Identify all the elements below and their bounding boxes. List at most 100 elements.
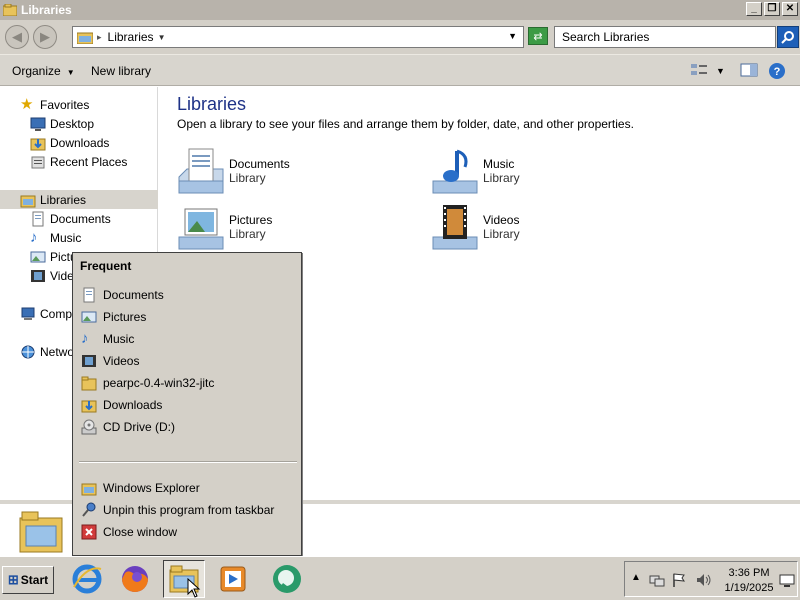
- back-arrow-icon: ◀: [12, 29, 22, 44]
- nav-item-network[interactable]: Netwo: [20, 342, 74, 361]
- forward-button[interactable]: ▶: [33, 25, 57, 49]
- breadcrumb-libraries[interactable]: Libraries: [108, 30, 154, 44]
- taskbar-messenger[interactable]: [266, 560, 308, 598]
- jump-task-label: Windows Explorer: [103, 481, 200, 495]
- jump-item-downloads[interactable]: Downloads: [81, 395, 162, 415]
- jump-item-label: CD Drive (D:): [103, 420, 175, 434]
- nav-label: Music: [50, 230, 82, 245]
- nav-item-documents[interactable]: Documents: [30, 209, 111, 228]
- explorer-icon: [81, 483, 97, 496]
- show-desktop-icon[interactable]: [779, 574, 795, 588]
- help-icon[interactable]: ?: [768, 62, 786, 80]
- music-library-icon: [432, 149, 478, 194]
- library-name: Music: [483, 157, 515, 171]
- change-view-icon[interactable]: [690, 62, 708, 78]
- firefox-icon: [122, 566, 148, 592]
- title-bar: Libraries _ ❐ ✕: [0, 0, 800, 20]
- window-title: Libraries: [21, 3, 72, 17]
- library-pictures[interactable]: Pictures Library: [177, 203, 272, 251]
- view-options-chevron-icon[interactable]: ▼: [716, 66, 725, 76]
- start-button[interactable]: ⊞ Start: [2, 566, 54, 594]
- jump-item-documents[interactable]: Documents: [81, 285, 164, 305]
- library-documents[interactable]: Documents Library: [177, 147, 290, 195]
- pictures-icon: [81, 311, 97, 323]
- chevron-down-icon[interactable]: ▼: [158, 33, 166, 42]
- jump-item-label: pearpc-0.4-win32-jitc: [103, 376, 215, 390]
- library-name: Pictures: [229, 213, 273, 227]
- address-history-dropdown-icon[interactable]: ▼: [508, 31, 517, 41]
- svg-text:?: ?: [774, 66, 781, 78]
- documents-library-icon: [178, 148, 224, 194]
- taskbar-internet-explorer[interactable]: [66, 560, 108, 598]
- taskbar-jump-list: Frequent Documents Pictures ♪ Music Video…: [72, 252, 302, 556]
- jump-item-label: Documents: [103, 288, 164, 302]
- jump-item-pearpc[interactable]: pearpc-0.4-win32-jitc: [81, 373, 214, 393]
- clock-date: 1/19/2025: [724, 582, 774, 594]
- refresh-button[interactable]: ⇄: [528, 27, 548, 45]
- documents-icon: [83, 287, 95, 303]
- computer-icon: [21, 307, 35, 320]
- refresh-icon: ⇄: [533, 30, 543, 43]
- jump-task-unpin[interactable]: Unpin this program from taskbar: [81, 500, 274, 520]
- page-subtitle: Open a library to see your files and arr…: [177, 117, 634, 131]
- nav-item-computer[interactable]: Compu: [20, 304, 79, 323]
- nav-label: Libraries: [40, 192, 87, 207]
- jump-item-pictures[interactable]: Pictures: [81, 307, 146, 327]
- folder-icon: [81, 376, 97, 391]
- maximize-button[interactable]: ❐: [764, 2, 780, 16]
- jump-task-label: Close window: [103, 525, 178, 539]
- clock[interactable]: 3:36 PM 1/19/2025: [721, 566, 777, 596]
- nav-item-favorites[interactable]: ★ Favorites: [20, 95, 89, 114]
- jump-list-separator: [79, 461, 297, 463]
- nav-item-pictures[interactable]: Pictu: [30, 247, 77, 266]
- taskbar-media-player[interactable]: [212, 560, 254, 598]
- nav-label: Recent Places: [50, 154, 128, 169]
- network-status-icon[interactable]: [649, 572, 665, 588]
- jump-item-music[interactable]: ♪ Music: [81, 329, 134, 349]
- minimize-button[interactable]: _: [746, 2, 762, 16]
- library-music[interactable]: Music Library: [431, 147, 520, 195]
- start-label: Start: [20, 573, 49, 587]
- show-hidden-icons-chevron-icon[interactable]: ▲: [631, 572, 641, 583]
- nav-label: Downloads: [50, 135, 110, 150]
- search-icon: [781, 31, 794, 44]
- messenger-icon: [273, 565, 301, 593]
- breadcrumb-separator-icon[interactable]: ▸: [97, 32, 102, 43]
- search-button[interactable]: [777, 26, 799, 48]
- documents-icon: [32, 211, 44, 226]
- address-bar[interactable]: ▸ Libraries ▼ ▼: [72, 26, 524, 48]
- jump-item-videos[interactable]: Videos: [81, 351, 139, 371]
- recent-places-icon: [31, 156, 45, 168]
- mouse-cursor-icon: [187, 578, 201, 598]
- nav-item-recent-places[interactable]: Recent Places: [30, 152, 127, 171]
- close-button[interactable]: ✕: [782, 2, 798, 16]
- nav-item-music[interactable]: ♪ Music: [30, 228, 81, 247]
- library-videos[interactable]: Videos Library: [431, 203, 520, 251]
- jump-item-label: Pictures: [103, 310, 147, 324]
- library-type: Library: [229, 171, 266, 185]
- new-library-button[interactable]: New library: [91, 64, 151, 78]
- back-button[interactable]: ◀: [5, 25, 29, 49]
- jump-item-cd-drive[interactable]: CD Drive (D:): [81, 417, 175, 437]
- action-center-flag-icon[interactable]: [671, 572, 687, 588]
- nav-item-downloads[interactable]: Downloads: [30, 133, 109, 152]
- videos-icon: [82, 355, 96, 367]
- nav-item-libraries[interactable]: Libraries: [0, 190, 158, 209]
- taskbar-firefox[interactable]: [114, 560, 156, 598]
- forward-arrow-icon: ▶: [40, 29, 50, 44]
- downloads-icon: [30, 138, 46, 150]
- nav-item-desktop[interactable]: Desktop: [30, 114, 94, 133]
- chevron-down-icon: ▼: [66, 68, 75, 77]
- preview-pane-icon[interactable]: [740, 62, 758, 78]
- page-title: Libraries: [177, 94, 247, 114]
- organize-button[interactable]: Organize ▼: [12, 64, 75, 78]
- nav-label: Favorites: [40, 97, 90, 112]
- libraries-icon: [3, 4, 17, 16]
- jump-item-label: Downloads: [103, 398, 163, 412]
- search-input[interactable]: Search Libraries: [554, 26, 776, 48]
- cd-drive-icon: [81, 419, 97, 435]
- volume-icon[interactable]: [695, 572, 713, 588]
- close-window-icon: [81, 524, 97, 540]
- jump-task-close-window[interactable]: Close window: [81, 522, 177, 542]
- jump-task-windows-explorer[interactable]: Windows Explorer: [81, 478, 200, 498]
